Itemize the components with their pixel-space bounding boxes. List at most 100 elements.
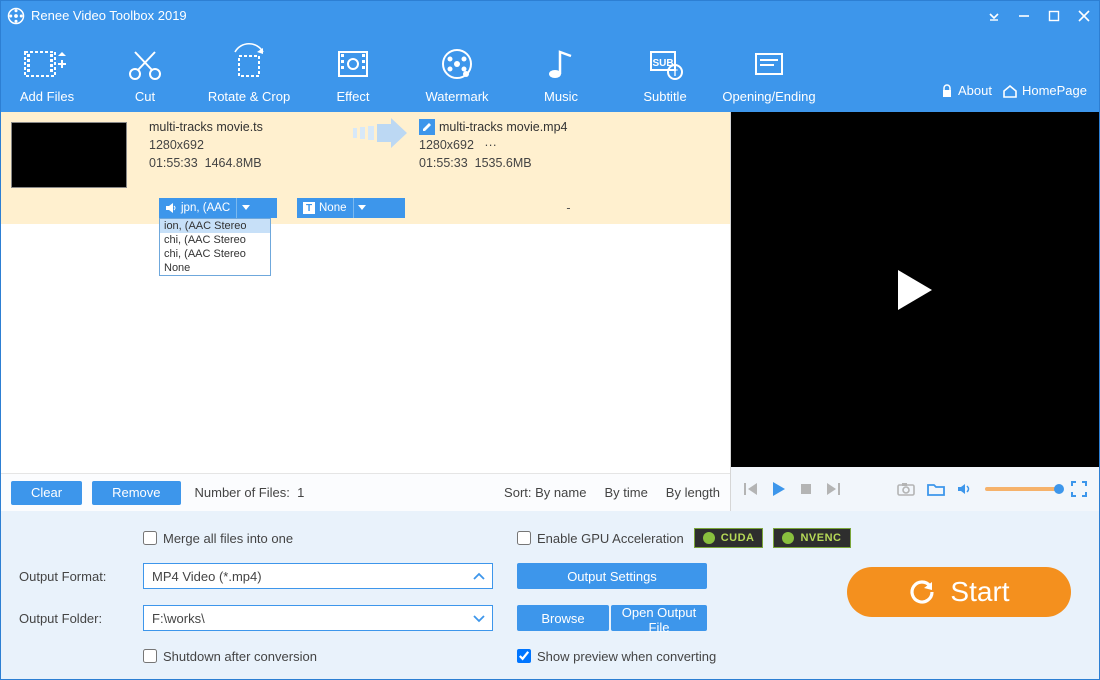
destination-resolution: 1280x692 ··· bbox=[419, 136, 722, 154]
maximize-button[interactable] bbox=[1039, 1, 1069, 30]
file-list: multi-tracks movie.ts 1280x692 01:55:33 … bbox=[1, 112, 730, 473]
opening-ending-icon bbox=[749, 45, 789, 83]
sort-label: Sort: By name bbox=[504, 485, 586, 500]
remove-button[interactable]: Remove bbox=[92, 481, 180, 505]
audio-option[interactable]: chi, (AAC Stereo bbox=[160, 233, 270, 247]
opening-ending-label: Opening/Ending bbox=[722, 89, 815, 104]
home-icon bbox=[1002, 84, 1018, 98]
play-overlay-icon bbox=[898, 270, 932, 310]
audio-option[interactable]: None bbox=[160, 261, 270, 275]
output-format-combo[interactable]: MP4 Video (*.mp4) bbox=[143, 563, 493, 589]
nvidia-eye-icon bbox=[703, 532, 715, 544]
source-info: multi-tracks movie.ts 1280x692 01:55:33 … bbox=[149, 118, 341, 172]
menu-dropdown-button[interactable] bbox=[979, 1, 1009, 30]
track-selector-row: jpn, (AAC ion, (AAC Stereo chi, (AAC Ste… bbox=[1, 194, 730, 224]
audio-option[interactable]: ion, (AAC Stereo bbox=[160, 219, 270, 233]
cut-button[interactable]: Cut bbox=[93, 45, 197, 112]
file-list-panel: multi-tracks movie.ts 1280x692 01:55:33 … bbox=[1, 112, 731, 511]
subtitle-button[interactable]: SUBT Subtitle bbox=[613, 45, 717, 112]
file-list-toolbar: Clear Remove Number of Files: 1 Sort: By… bbox=[1, 473, 730, 511]
volume-button[interactable] bbox=[957, 482, 973, 496]
destination-info: multi-tracks movie.mp4 1280x692 ··· 01:5… bbox=[419, 118, 722, 172]
destination-duration-size: 01:55:33 1535.6MB bbox=[419, 154, 722, 172]
lock-icon bbox=[940, 84, 954, 98]
video-preview[interactable] bbox=[731, 112, 1099, 467]
chevron-up-icon bbox=[474, 569, 484, 584]
output-folder-label: Output Folder: bbox=[19, 611, 137, 626]
text-icon: T bbox=[303, 202, 315, 214]
opening-ending-button[interactable]: Opening/Ending bbox=[717, 45, 821, 112]
open-folder-button[interactable] bbox=[927, 482, 945, 496]
speaker-icon bbox=[165, 202, 177, 214]
dropdown-arrow-icon bbox=[353, 198, 371, 218]
merge-files-checkbox[interactable]: Merge all files into one bbox=[143, 531, 493, 546]
fullscreen-button[interactable] bbox=[1071, 481, 1087, 497]
music-button[interactable]: Music bbox=[509, 45, 613, 112]
music-label: Music bbox=[544, 89, 578, 104]
start-button[interactable]: Start bbox=[847, 567, 1071, 617]
rotate-crop-icon bbox=[229, 45, 269, 83]
output-settings-button[interactable]: Output Settings bbox=[517, 563, 707, 589]
source-filename: multi-tracks movie.ts bbox=[149, 118, 341, 136]
play-button[interactable] bbox=[771, 481, 787, 497]
volume-knob[interactable] bbox=[1054, 484, 1064, 494]
output-folder-combo[interactable]: F:\works\ bbox=[143, 605, 493, 631]
settings-panel: Merge all files into one Enable GPU Acce… bbox=[1, 511, 1099, 679]
app-logo-icon bbox=[7, 7, 25, 25]
sort-by-time[interactable]: By time bbox=[604, 485, 647, 500]
source-duration-size: 01:55:33 1464.8MB bbox=[149, 154, 341, 172]
homepage-link[interactable]: HomePage bbox=[1002, 83, 1087, 98]
open-output-file-button[interactable]: Open Output File bbox=[611, 605, 707, 631]
effect-label: Effect bbox=[336, 89, 369, 104]
minimize-button[interactable] bbox=[1009, 1, 1039, 30]
cuda-badge: CUDA bbox=[694, 528, 764, 548]
prev-button[interactable] bbox=[743, 482, 759, 496]
scissors-icon bbox=[125, 45, 165, 83]
convert-arrow-icon bbox=[341, 118, 419, 148]
toolbar-right-links: About HomePage bbox=[940, 83, 1099, 112]
add-files-label: Add Files bbox=[20, 89, 74, 104]
rotate-crop-label: Rotate & Crop bbox=[208, 89, 290, 104]
sort-by-name[interactable]: By name bbox=[535, 485, 586, 500]
effect-button[interactable]: Effect bbox=[301, 45, 405, 112]
preview-panel bbox=[731, 112, 1099, 511]
output-format-label: Output Format: bbox=[19, 569, 137, 584]
subtitle-icon: SUBT bbox=[645, 45, 685, 83]
track-placeholder: - bbox=[415, 201, 722, 215]
effect-icon bbox=[333, 45, 373, 83]
app-title: Renee Video Toolbox 2019 bbox=[31, 8, 979, 23]
file-row[interactable]: multi-tracks movie.ts 1280x692 01:55:33 … bbox=[1, 112, 730, 194]
clear-button[interactable]: Clear bbox=[11, 481, 82, 505]
about-link[interactable]: About bbox=[940, 83, 992, 98]
source-resolution: 1280x692 bbox=[149, 136, 341, 154]
volume-slider[interactable] bbox=[985, 487, 1059, 491]
destination-filename[interactable]: multi-tracks movie.mp4 bbox=[419, 118, 722, 136]
subtitle-track-dropdown[interactable]: T None bbox=[297, 198, 405, 218]
browse-button[interactable]: Browse bbox=[517, 605, 609, 631]
add-files-button[interactable]: Add Files bbox=[1, 45, 93, 112]
audio-track-options[interactable]: ion, (AAC Stereo chi, (AAC Stereo chi, (… bbox=[159, 218, 271, 276]
audio-option[interactable]: chi, (AAC Stereo bbox=[160, 247, 270, 261]
stop-button[interactable] bbox=[799, 482, 813, 496]
sort-by-length[interactable]: By length bbox=[666, 485, 720, 500]
shutdown-checkbox[interactable]: Shutdown after conversion bbox=[143, 649, 493, 664]
filmstrip-plus-icon bbox=[22, 45, 72, 83]
show-preview-checkbox[interactable]: Show preview when converting bbox=[517, 649, 1081, 664]
dropdown-arrow-icon bbox=[236, 198, 254, 218]
snapshot-button[interactable] bbox=[897, 482, 915, 496]
nvidia-eye-icon bbox=[782, 532, 794, 544]
video-thumbnail bbox=[11, 122, 127, 188]
gpu-accel-checkbox[interactable]: Enable GPU Acceleration bbox=[517, 531, 684, 546]
rotate-crop-button[interactable]: Rotate & Crop bbox=[197, 45, 301, 112]
close-button[interactable] bbox=[1069, 1, 1099, 30]
audio-track-dropdown[interactable]: jpn, (AAC bbox=[159, 198, 277, 218]
title-bar: Renee Video Toolbox 2019 bbox=[1, 1, 1099, 30]
watermark-label: Watermark bbox=[425, 89, 488, 104]
sort-controls: Sort: By name By time By length bbox=[504, 485, 720, 500]
svg-text:T: T bbox=[672, 68, 678, 78]
next-button[interactable] bbox=[825, 482, 841, 496]
watermark-button[interactable]: Watermark bbox=[405, 45, 509, 112]
main-toolbar: Add Files Cut Rotate & Crop Effect Water… bbox=[1, 30, 1099, 112]
edit-icon bbox=[419, 119, 435, 135]
music-note-icon bbox=[541, 45, 581, 83]
